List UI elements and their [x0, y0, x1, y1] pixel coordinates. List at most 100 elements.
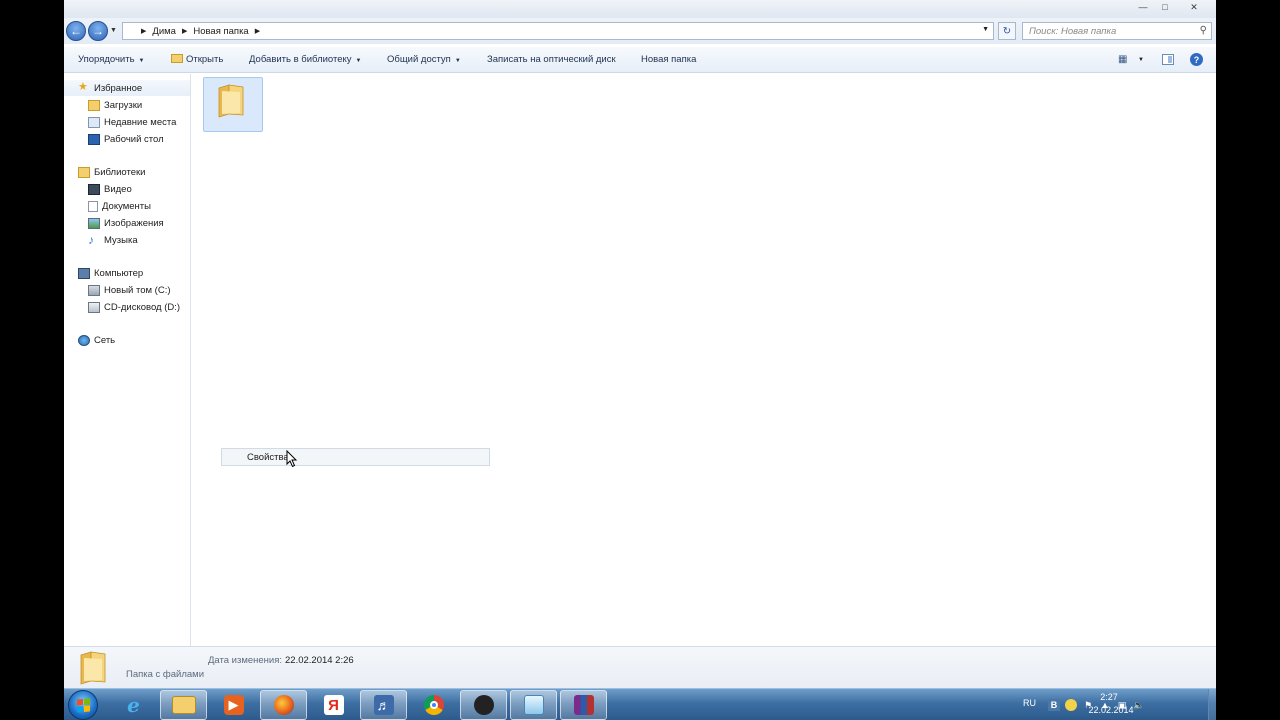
burn-disc-button[interactable]: Записать на оптический диск	[487, 54, 616, 65]
nav-computer[interactable]: Компьютер	[78, 265, 143, 281]
taskbar-winrar[interactable]	[560, 690, 607, 720]
documents-icon	[88, 200, 98, 212]
view-dropdown-icon[interactable]: ▼	[1138, 57, 1144, 63]
organize-button[interactable]: Упорядочить ▼	[78, 54, 145, 65]
media-player-icon: ▶	[223, 695, 244, 715]
nav-libraries[interactable]: Библиотеки	[78, 164, 145, 180]
breadcrumb-arrow-icon[interactable]: ▶	[255, 27, 260, 35]
audio-icon: ♬	[373, 695, 394, 715]
explorer-icon	[171, 696, 196, 714]
obs-icon	[473, 695, 494, 715]
nav-item-label: Документы	[102, 200, 151, 212]
command-bar: Упорядочить ▼ Открыть Добавить в библиоте…	[64, 47, 1216, 73]
star-icon: ★	[78, 81, 88, 93]
address-row: ← → ▼ ▶ Дима ▶ Новая папка ▶ ▼ ↻ Поиск: …	[64, 18, 1216, 44]
minimize-button[interactable]: —	[1132, 0, 1154, 14]
add-to-library-button[interactable]: Добавить в библиотеку ▼	[249, 54, 362, 65]
nav-item-label: Новый том (C:)	[104, 284, 171, 296]
nav-item-drive-d[interactable]: CD-дисковод (D:)	[88, 299, 180, 315]
taskbar-notepad[interactable]	[510, 690, 557, 720]
mouse-cursor-icon	[286, 450, 298, 468]
arrow-left-icon: ←	[70, 24, 82, 38]
address-bar[interactable]: ▶ Дима ▶ Новая папка ▶ ▼	[122, 22, 994, 40]
nav-network-label: Сеть	[94, 334, 116, 346]
start-button[interactable]	[68, 690, 98, 720]
taskbar: e ▶ Я ♬ RU B ⚑ ▲ ▣ 🔈	[64, 688, 1216, 720]
network-icon	[78, 334, 90, 346]
taskbar-audio[interactable]: ♬	[360, 690, 407, 720]
maximize-button[interactable]: □	[1154, 0, 1176, 14]
new-folder-button[interactable]: Новая папка	[641, 54, 696, 65]
back-button[interactable]: ←	[66, 21, 86, 41]
show-desktop-button[interactable]	[1208, 689, 1216, 720]
taskbar-chrome[interactable]	[410, 690, 457, 720]
file-list[interactable]: Свойства	[192, 74, 1216, 646]
navigation-pane: ★ Избранное Загрузки Недавние места Рабо…	[64, 74, 191, 646]
vk-icon[interactable]: B	[1048, 699, 1060, 711]
modified-date-value: 22.02.2014 2:26	[285, 655, 354, 666]
properties-menu-item[interactable]: Свойства	[247, 452, 289, 463]
video-icon	[88, 183, 100, 195]
firefox-icon	[273, 695, 294, 715]
taskbar-yandex[interactable]: Я	[310, 690, 357, 720]
nav-item-label: Рабочий стол	[104, 133, 164, 145]
share-button[interactable]: Общий доступ ▼	[387, 54, 461, 65]
ie-icon: e	[127, 693, 140, 717]
downloads-folder-icon	[88, 99, 100, 111]
close-button[interactable]: ✕	[1176, 0, 1212, 14]
nav-item-recent[interactable]: Недавние места	[88, 114, 176, 130]
chevron-down-icon: ▼	[138, 58, 145, 64]
taskbar-firefox[interactable]	[260, 690, 307, 720]
address-dropdown-icon[interactable]: ▼	[982, 26, 989, 33]
folder-icon	[80, 651, 106, 685]
chevron-down-icon: ▼	[454, 58, 461, 64]
breadcrumb-item[interactable]: Дима	[152, 26, 176, 37]
nav-network[interactable]: Сеть	[78, 332, 115, 348]
add-library-label: Добавить в библиотеку	[249, 54, 352, 65]
yandex-icon: Я	[323, 695, 344, 715]
clock-date[interactable]: 22.02.2014	[1086, 705, 1136, 715]
libraries-icon	[78, 166, 90, 178]
preview-pane-icon[interactable]	[1162, 54, 1174, 65]
search-icon[interactable]: ⚲	[1200, 25, 1207, 36]
open-button[interactable]: Открыть	[171, 54, 223, 65]
forward-button[interactable]: →	[88, 21, 108, 41]
taskbar-explorer[interactable]	[160, 690, 207, 720]
context-menu: Свойства	[221, 448, 490, 466]
clock-time[interactable]: 2:27	[1094, 692, 1124, 702]
nav-item-documents[interactable]: Документы	[88, 198, 151, 214]
organize-label: Упорядочить	[78, 54, 135, 65]
nav-item-images[interactable]: Изображения	[88, 215, 164, 231]
nav-item-drive-c[interactable]: Новый том (C:)	[88, 282, 171, 298]
refresh-button[interactable]: ↻	[998, 22, 1016, 40]
breadcrumb-arrow-icon[interactable]: ▶	[182, 27, 187, 35]
taskbar-obs[interactable]	[460, 690, 507, 720]
folder-item[interactable]	[203, 77, 263, 132]
winrar-icon	[573, 695, 594, 715]
nav-item-label: CD-дисковод (D:)	[104, 301, 181, 313]
help-icon[interactable]: ?	[1190, 53, 1203, 66]
nav-libraries-label: Библиотеки	[94, 166, 146, 178]
breadcrumb-arrow-icon[interactable]: ▶	[141, 27, 146, 35]
cd-drive-icon	[88, 301, 100, 313]
tray-app-icon[interactable]	[1065, 699, 1077, 711]
history-dropdown-icon[interactable]: ▼	[110, 27, 117, 34]
nav-item-video[interactable]: Видео	[88, 181, 132, 197]
breadcrumb-item[interactable]: Новая папка	[193, 26, 248, 37]
nav-item-music[interactable]: ♪ Музыка	[88, 232, 138, 248]
change-view-icon[interactable]: ▦	[1118, 54, 1127, 65]
nav-item-downloads[interactable]: Загрузки	[88, 97, 142, 113]
taskbar-media-player[interactable]: ▶	[210, 690, 257, 720]
nav-item-label: Недавние места	[104, 116, 177, 128]
taskbar-ie[interactable]: e	[110, 690, 157, 720]
search-input[interactable]: Поиск: Новая папка ⚲	[1022, 22, 1212, 40]
modified-date-label: Дата изменения:	[208, 655, 283, 666]
new-folder-label: Новая папка	[641, 54, 697, 65]
language-indicator[interactable]: RU	[1023, 698, 1036, 708]
nav-item-desktop[interactable]: Рабочий стол	[88, 131, 164, 147]
burn-label: Записать на оптический диск	[487, 54, 616, 65]
explorer-window: — □ ✕ ← → ▼ ▶ Дима ▶ Новая папка ▶ ▼ ↻ П…	[64, 0, 1216, 688]
music-icon: ♪	[88, 232, 94, 247]
nav-favorites[interactable]: ★ Избранное	[64, 80, 190, 96]
computer-icon	[78, 267, 90, 279]
